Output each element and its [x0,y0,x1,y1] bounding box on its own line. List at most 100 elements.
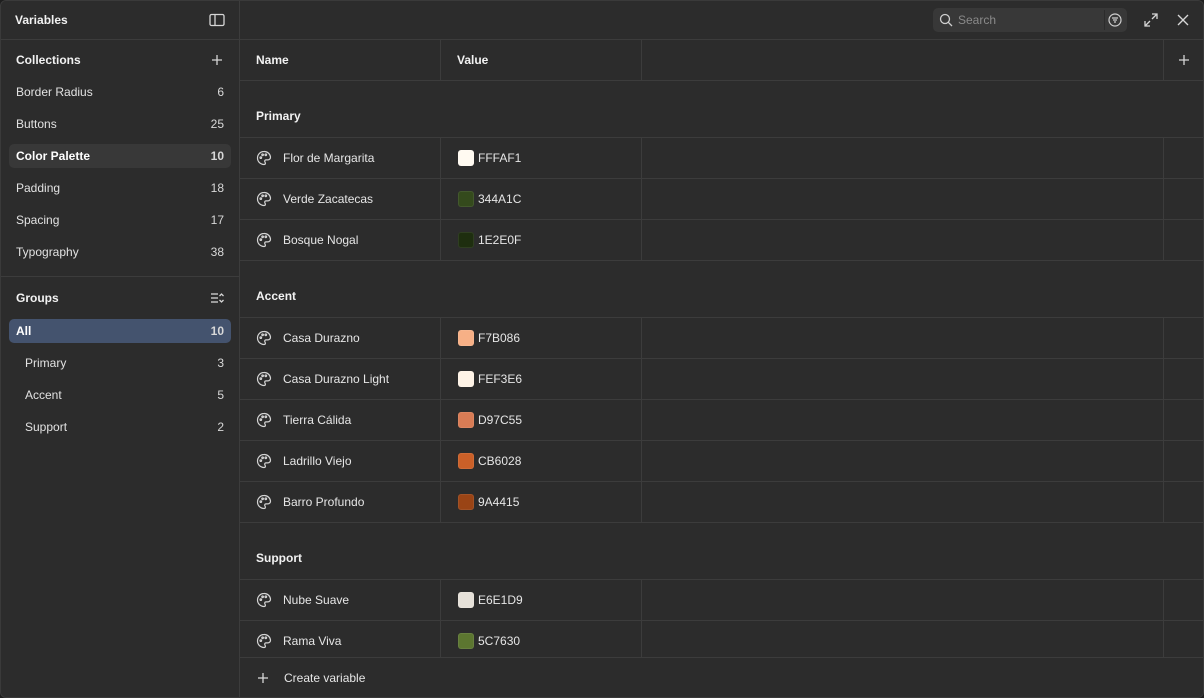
color-swatch[interactable] [458,592,474,608]
variable-name-cell[interactable]: Casa Durazno Light [240,359,441,399]
collection-item-spacing[interactable]: Spacing 17 [9,208,231,232]
table-row[interactable]: Flor de Margarita FFFAF1 [240,138,1203,179]
color-swatch[interactable] [458,494,474,510]
color-swatch[interactable] [458,330,474,346]
color-swatch[interactable] [458,412,474,428]
empty-cell [1164,400,1203,440]
variable-name-cell[interactable]: Casa Durazno [240,318,441,358]
group-count: 2 [217,420,224,434]
table-row[interactable]: Rama Viva 5C7630 [240,621,1203,662]
group-item-support[interactable]: Support 2 [9,415,231,439]
collapse-groups-icon[interactable] [207,288,227,308]
empty-cell [642,580,1164,620]
empty-cell [642,359,1164,399]
filter-icon[interactable] [1104,10,1124,30]
create-variable-button[interactable]: Create variable [240,657,1203,697]
group-title: Support [240,523,1203,580]
panel-title: Variables [15,13,68,27]
variable-name: Rama Viva [283,634,342,648]
toggle-sidebar-icon[interactable] [207,10,227,30]
variable-name-cell[interactable]: Flor de Margarita [240,138,441,178]
variable-name-cell[interactable]: Nube Suave [240,580,441,620]
variable-name-cell[interactable]: Barro Profundo [240,482,441,522]
sidebar: Variables Collections Border Radius 6 Bu… [1,1,240,697]
color-swatch[interactable] [458,371,474,387]
empty-cell [642,220,1164,260]
empty-cell [642,138,1164,178]
variable-value-cell[interactable]: E6E1D9 [441,580,642,620]
table-row[interactable]: Casa Durazno F7B086 [240,318,1203,359]
variable-name-cell[interactable]: Tierra Cálida [240,400,441,440]
table-header: Name Value [240,40,1203,81]
groups-header: Groups [1,277,239,319]
variable-name: Barro Profundo [283,495,365,509]
variable-name: Casa Durazno Light [283,372,390,386]
create-variable-label: Create variable [284,670,366,685]
table-row[interactable]: Bosque Nogal 1E2E0F [240,220,1203,261]
collection-item-border-radius[interactable]: Border Radius 6 [9,80,231,104]
collection-label: Spacing [16,213,60,227]
table-row[interactable]: Verde Zacatecas 344A1C [240,179,1203,220]
variable-value-cell[interactable]: F7B086 [441,318,642,358]
variable-name: Casa Durazno [283,331,360,345]
variable-value-cell[interactable]: FFFAF1 [441,138,642,178]
variable-value-cell[interactable]: FEF3E6 [441,359,642,399]
variables-window: Variables Collections Border Radius 6 Bu… [0,0,1204,698]
collection-item-padding[interactable]: Padding 18 [9,176,231,200]
table-row[interactable]: Ladrillo Viejo CB6028 [240,441,1203,482]
group-item-primary[interactable]: Primary 3 [9,351,231,375]
variable-value-cell[interactable]: 344A1C [441,179,642,219]
column-header-value[interactable]: Value [441,40,642,80]
group-label: Support [25,420,68,434]
variable-name-cell[interactable]: Ladrillo Viejo [240,441,441,481]
close-icon[interactable] [1173,10,1193,30]
empty-cell [1164,220,1203,260]
variable-value-cell[interactable]: D97C55 [441,400,642,440]
table-row[interactable]: Tierra Cálida D97C55 [240,400,1203,441]
color-swatch[interactable] [458,232,474,248]
table-row[interactable]: Nube Suave E6E1D9 [240,580,1203,621]
table-row[interactable]: Casa Durazno Light FEF3E6 [240,359,1203,400]
variables-main: Name Value Primary Flor de Margarita FFFAF… [240,1,1203,697]
color-swatch[interactable] [458,191,474,207]
group-count: 10 [210,324,224,338]
palette-icon [256,494,272,510]
variable-name: Ladrillo Viejo [283,454,352,468]
variable-value: E6E1D9 [478,593,523,607]
add-collection-plus-icon[interactable] [207,50,227,70]
collection-label: Border Radius [16,85,93,99]
variable-value: CB6028 [478,454,522,468]
sidebar-header: Variables [1,1,239,40]
add-column-button[interactable] [1164,40,1203,80]
variable-value-cell[interactable]: CB6028 [441,441,642,481]
color-swatch[interactable] [458,150,474,166]
collection-item-color-palette[interactable]: Color Palette 10 [9,144,231,168]
group-item-all[interactable]: All 10 [9,319,231,343]
variable-name-cell[interactable]: Verde Zacatecas [240,179,441,219]
variable-value: 5C7630 [478,634,521,648]
group-count: 5 [217,388,224,402]
column-header-name[interactable]: Name [240,40,441,80]
collection-item-typography[interactable]: Typography 38 [9,240,231,264]
collection-label: Typography [16,245,79,259]
empty-cell [642,482,1164,522]
variable-name-cell[interactable]: Bosque Nogal [240,220,441,260]
empty-cell [642,400,1164,440]
search-input[interactable] [958,13,1098,27]
variable-value-cell[interactable]: 1E2E0F [441,220,642,260]
color-swatch[interactable] [458,453,474,469]
collection-count: 25 [210,117,224,131]
color-swatch[interactable] [458,633,474,649]
plus-icon [1174,50,1194,70]
expand-icon[interactable] [1141,10,1161,30]
variable-value-cell[interactable]: 9A4415 [441,482,642,522]
group-item-accent[interactable]: Accent 5 [9,383,231,407]
collection-item-buttons[interactable]: Buttons 25 [9,112,231,136]
table-row[interactable]: Barro Profundo 9A4415 [240,482,1203,523]
empty-cell [642,441,1164,481]
palette-icon [256,191,272,207]
groups-list: All 10 Primary 3 Accent 5 Support 2 [1,319,239,439]
variable-name-cell[interactable]: Rama Viva [240,621,441,661]
empty-cell [1164,482,1203,522]
variable-value-cell[interactable]: 5C7630 [441,621,642,661]
